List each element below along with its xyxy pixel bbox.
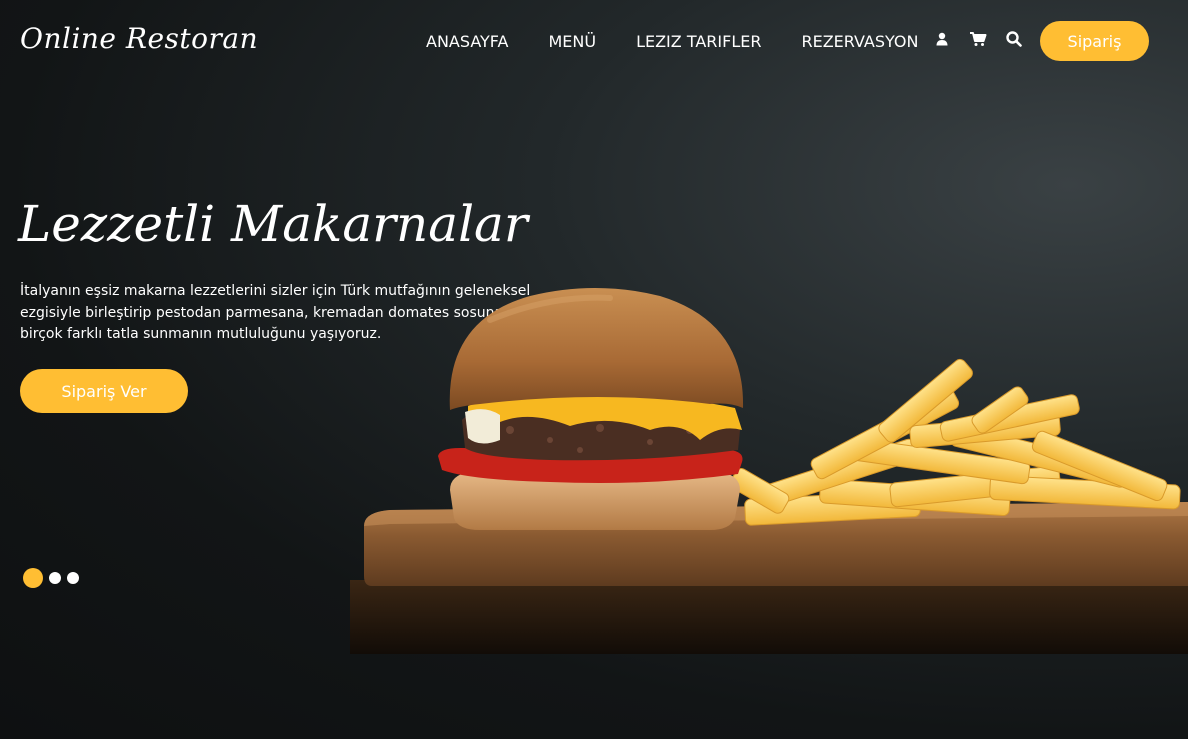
nav-item-anasayfa[interactable]: ANASAYFA (426, 32, 508, 51)
order-button[interactable]: Sipariş (1040, 21, 1149, 61)
nav-item-menu[interactable]: MENÜ (548, 32, 596, 51)
carousel-dot-3[interactable] (67, 572, 79, 584)
hero-section: Online Restoran ANASAYFA MENÜ LEZIZ TARI… (0, 0, 1188, 739)
carousel-dot-2[interactable] (49, 572, 61, 584)
nav-item-rezervasyon[interactable]: REZERVASYON (801, 32, 918, 51)
header-icons (933, 30, 1023, 48)
order-now-button[interactable]: Sipariş Ver (20, 369, 188, 413)
main-nav: ANASAYFA MENÜ LEZIZ TARIFLER REZERVASYON (426, 32, 959, 51)
carousel-dot-1[interactable] (23, 568, 43, 588)
user-icon[interactable] (933, 30, 951, 48)
search-icon[interactable] (1005, 30, 1023, 48)
brand-logo[interactable]: Online Restoran (20, 22, 258, 55)
cart-icon[interactable] (969, 30, 987, 48)
hero-title: Lezzetli Makarnalar (18, 195, 528, 253)
burger-and-fries-photo (350, 288, 1188, 654)
carousel-indicators (23, 568, 79, 588)
nav-item-leziz-tarifler[interactable]: LEZIZ TARIFLER (636, 32, 761, 51)
